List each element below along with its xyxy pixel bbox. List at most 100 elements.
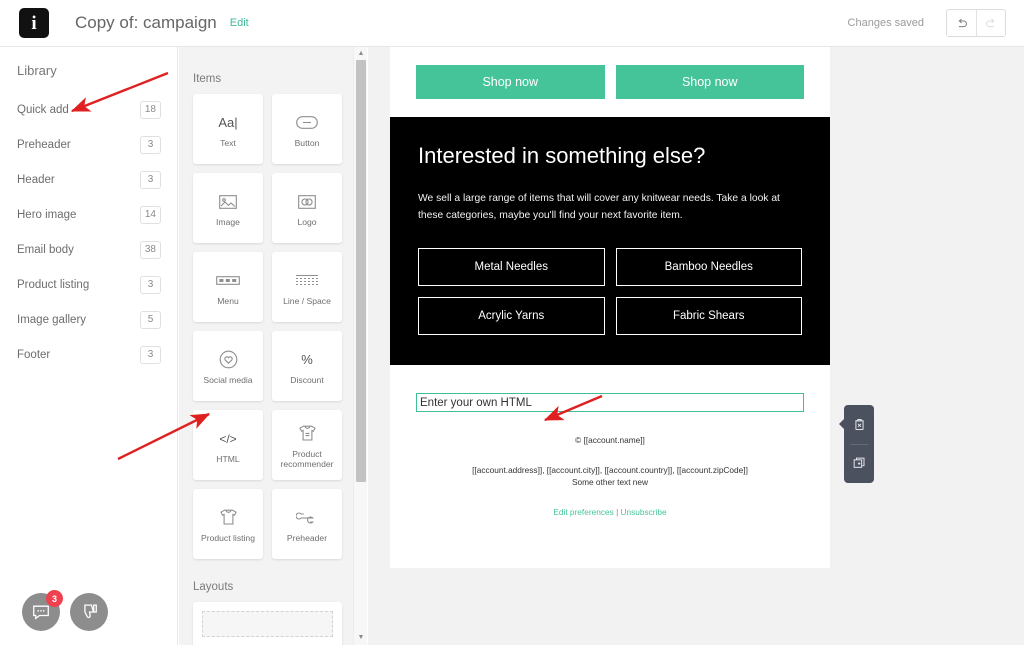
- sidebar-item-label: Email body: [17, 243, 74, 256]
- sidebar-item-count: 14: [139, 205, 161, 224]
- cta-button-row: Shop now Shop now: [390, 47, 830, 117]
- chat-widget-button[interactable]: 3: [22, 590, 63, 631]
- sidebar-item-count: 3: [140, 170, 161, 189]
- save-status: Changes saved: [847, 17, 924, 29]
- library-panel: Library Quick add 18 Preheader 3 Header …: [0, 47, 178, 645]
- footer-extra-text: Some other text new: [571, 477, 649, 488]
- item-tile-social-media[interactable]: Social media: [193, 331, 263, 401]
- layout-tile-one-column[interactable]: One column: [193, 602, 342, 645]
- unsubscribe-link[interactable]: Unsubscribe: [621, 507, 667, 517]
- duplicate-copy-icon: [853, 457, 864, 469]
- sidebar-item-count: 38: [139, 240, 161, 259]
- html-code-icon: </>: [219, 426, 236, 452]
- item-tile-label: Line / Space: [283, 295, 331, 306]
- item-tile-product-recommender[interactable]: Product recommender: [272, 410, 342, 480]
- sidebar-item-label: Header: [17, 173, 55, 186]
- category-button-acrylic-yarns[interactable]: Acrylic Yarns: [418, 297, 605, 336]
- scroll-up-arrow-icon[interactable]: ▲: [357, 50, 365, 58]
- category-button-bamboo-needles[interactable]: Bamboo Needles: [615, 248, 802, 287]
- sidebar-item-count: 3: [140, 345, 161, 364]
- item-tile-discount[interactable]: % Discount: [272, 331, 342, 401]
- edit-preferences-link[interactable]: Edit preferences: [553, 507, 613, 517]
- sidebar-item-label: Image gallery: [17, 313, 87, 326]
- category-button-grid: Metal Needles Bamboo Needles Acrylic Yar…: [418, 248, 802, 336]
- feedback-widget-button[interactable]: [70, 593, 108, 631]
- footer-links: Edit preferences | Unsubscribe: [410, 507, 810, 517]
- scroll-down-arrow-icon[interactable]: ▼: [357, 634, 365, 642]
- html-code-glyph: </>: [219, 431, 237, 446]
- item-tile-label: Text: [220, 137, 236, 148]
- campaign-title: Copy of: campaign: [75, 13, 217, 32]
- delete-element-button[interactable]: [850, 415, 868, 433]
- discount-percent-icon: %: [301, 347, 313, 373]
- sidebar-item-product-listing[interactable]: Product listing 3: [0, 267, 177, 302]
- shop-now-button-right[interactable]: Shop now: [615, 65, 804, 99]
- app-logo-glyph: i: [31, 12, 37, 34]
- item-tile-label: Button: [294, 137, 320, 148]
- support-widgets: 3: [22, 590, 108, 631]
- item-tile-preheader[interactable]: Preheader: [272, 489, 342, 559]
- category-button-metal-needles[interactable]: Metal Needles: [418, 248, 605, 287]
- text-aa-glyph: Aa|: [218, 115, 238, 131]
- email-canvas: Shop now Shop now Interested in somethin…: [368, 47, 1024, 645]
- library-title: Library: [17, 63, 57, 78]
- undo-redo-group: [946, 9, 1006, 37]
- item-tile-label: Image: [216, 216, 240, 227]
- image-picture-icon: [219, 189, 237, 215]
- item-tile-image[interactable]: Image: [193, 173, 263, 243]
- app-logo-icon[interactable]: i: [19, 8, 49, 38]
- undo-arrow-icon: [958, 18, 967, 27]
- duplicate-element-button[interactable]: [850, 455, 868, 473]
- sidebar-item-preheader[interactable]: Preheader 3: [0, 127, 177, 162]
- items-panel: Items Aa| Text Button Image Logo Menu Li…: [179, 47, 367, 645]
- items-panel-scrollbar[interactable]: ▲ ▼: [353, 47, 367, 645]
- item-tile-logo[interactable]: Logo: [272, 173, 342, 243]
- campaign-editor-app: i Copy of: campaign Edit Changes saved L…: [0, 0, 1024, 645]
- sidebar-item-count: 18: [139, 100, 161, 119]
- item-tile-text[interactable]: Aa| Text: [193, 94, 263, 164]
- item-tile-label: Logo: [297, 216, 317, 227]
- category-button-fabric-shears[interactable]: Fabric Shears: [615, 297, 802, 336]
- top-bar: i Copy of: campaign Edit Changes saved: [0, 0, 1024, 47]
- redo-arrow-icon: [985, 18, 994, 27]
- sidebar-item-label: Hero image: [17, 208, 77, 221]
- shop-now-button-left[interactable]: Shop now: [416, 65, 605, 99]
- sidebar-item-quick-add[interactable]: Quick add 18: [0, 92, 177, 127]
- item-tile-label: Product listing: [201, 532, 255, 543]
- edit-title-link[interactable]: Edit: [230, 17, 249, 29]
- element-toolbar: [839, 405, 874, 483]
- sidebar-item-header[interactable]: Header 3: [0, 162, 177, 197]
- sidebar-item-image-gallery[interactable]: Image gallery 5: [0, 302, 177, 337]
- link-chain-icon: [296, 505, 318, 531]
- logo-circles-icon: [298, 189, 316, 215]
- html-input-field[interactable]: Enter your own HTML: [416, 393, 804, 413]
- email-footer: © [[account.name]] [[account.address]], …: [390, 412, 830, 542]
- sidebar-item-count: 3: [140, 275, 161, 294]
- button-pill-icon: [296, 110, 318, 136]
- sidebar-item-email-body[interactable]: Email body 38: [0, 232, 177, 267]
- item-tile-html[interactable]: </> HTML: [193, 410, 263, 480]
- item-tile-label: Product recommender: [280, 448, 334, 469]
- social-heart-icon: [219, 347, 238, 373]
- item-tile-label: Menu: [217, 295, 239, 306]
- menu-bar-icon: [216, 268, 240, 294]
- html-block: Enter your own HTML: [390, 365, 830, 413]
- tshirt-icon: [218, 505, 239, 531]
- scrollbar-thumb[interactable]: [356, 60, 366, 482]
- item-tile-label: HTML: [216, 453, 240, 464]
- sidebar-item-footer[interactable]: Footer 3: [0, 337, 177, 372]
- sidebar-item-hero-image[interactable]: Hero image 14: [0, 197, 177, 232]
- items-heading: Items: [193, 73, 222, 85]
- undo-button[interactable]: [947, 10, 976, 36]
- discount-percent-glyph: %: [301, 352, 313, 368]
- item-tile-product-listing[interactable]: Product listing: [193, 489, 263, 559]
- chat-unread-badge: 3: [46, 590, 63, 607]
- layout-placeholder: [202, 611, 333, 637]
- item-tile-line-space[interactable]: Line / Space: [272, 252, 342, 322]
- item-tile-menu[interactable]: Menu: [193, 252, 263, 322]
- item-tile-label: Discount: [290, 374, 324, 385]
- chat-bubble-icon: [33, 605, 49, 620]
- redo-button[interactable]: [976, 10, 1005, 36]
- item-tile-button[interactable]: Button: [272, 94, 342, 164]
- sidebar-item-label: Quick add: [17, 103, 69, 116]
